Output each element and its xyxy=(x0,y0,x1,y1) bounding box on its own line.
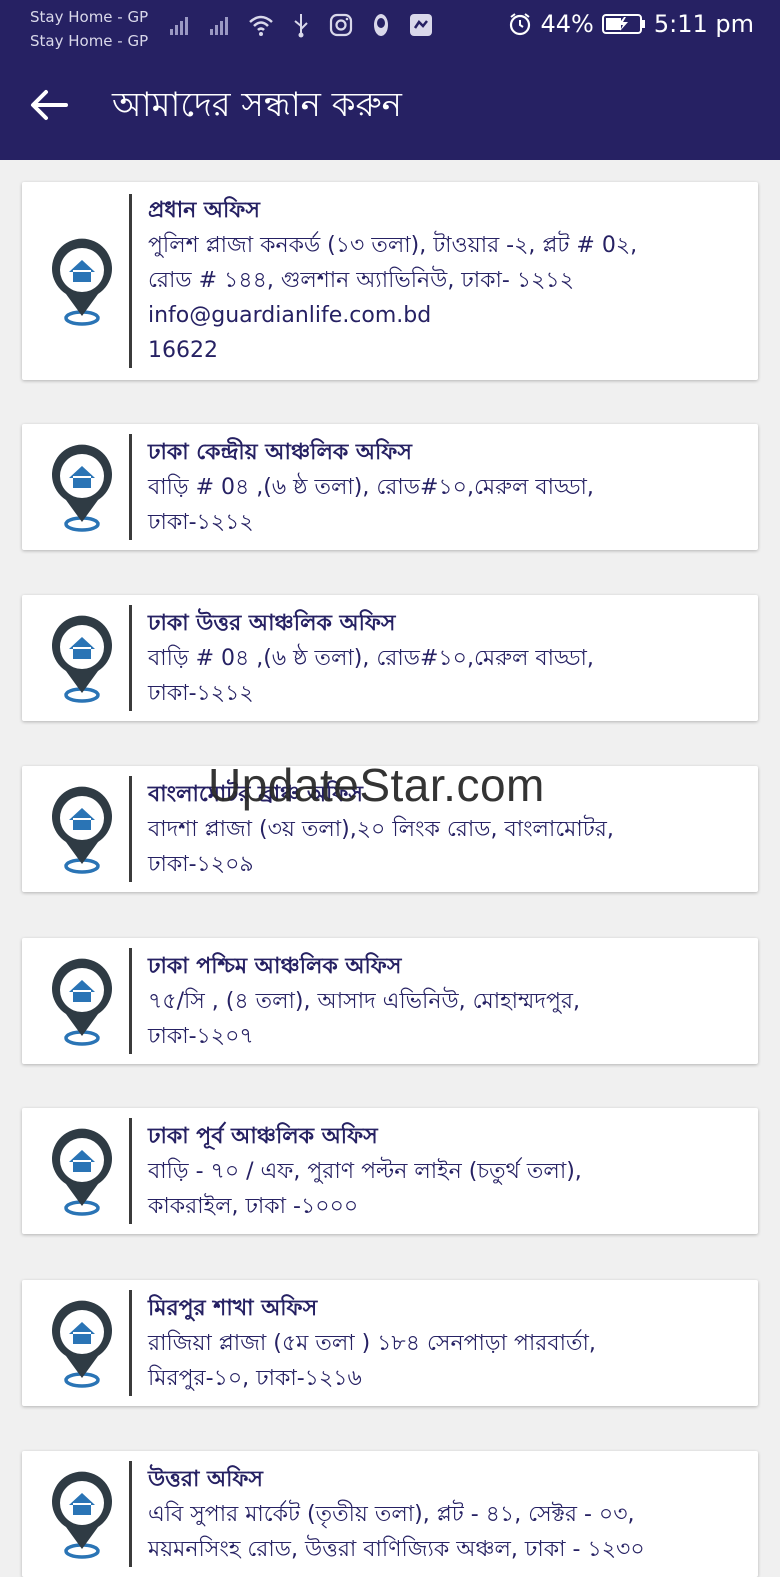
office-address-line: বাড়ি - ৭০ / এফ, পুরাণ পল্টন লাইন (চতুর্… xyxy=(148,1159,582,1184)
clock: 5:11 pm xyxy=(653,10,754,38)
office-address-line: বাড়ি # 0৪ ,(৬ ষ্ঠ তলা), রোড#১০,মেরুল বা… xyxy=(148,475,594,500)
office-address-line: মিরপুর-১০, ঢাকা-১২১৬ xyxy=(148,1366,362,1391)
battery-percent: 44% xyxy=(540,10,594,38)
location-pin-icon xyxy=(52,1128,113,1216)
location-pin-icon xyxy=(52,238,113,326)
office-details: উত্তরা অফিস এবি সুপার মার্কেট (তৃতীয় তল… xyxy=(148,1463,744,1567)
office-address-line: বাদশা প্লাজা (৩য় তলা),২০ লিংক রোড, বাংল… xyxy=(148,817,614,842)
battery-charging-icon xyxy=(601,14,645,34)
watermark: UpdateStar.com xyxy=(208,759,545,811)
office-details: ঢাকা পশ্চিম আঞ্চলিক অফিস ৭৫/সি , (৪ তলা)… xyxy=(148,950,744,1054)
divider xyxy=(129,1118,132,1224)
location-pin-icon xyxy=(52,444,113,532)
office-name: প্রধান অফিস xyxy=(148,198,260,223)
location-pin-icon xyxy=(52,1471,113,1559)
office-card-dhaka-west[interactable]: ঢাকা পশ্চিম আঞ্চলিক অফিস ৭৫/সি , (৪ তলা)… xyxy=(22,938,758,1064)
location-pin-icon xyxy=(52,615,113,703)
office-card-mirpur[interactable]: মিরপুর শাখা অফিস রাজিয়া প্লাজা (৫ম তলা … xyxy=(22,1280,758,1406)
office-details: ঢাকা কেন্দ্রীয় আঞ্চলিক অফিস বাড়ি # 0৪ … xyxy=(148,436,744,540)
office-card-dhaka-north[interactable]: ঢাকা উত্তর আঞ্চলিক অফিস বাড়ি # 0৪ ,(৬ ষ… xyxy=(22,595,758,721)
office-name: ঢাকা পশ্চিম আঞ্চলিক অফিস xyxy=(148,954,402,979)
alarm-icon xyxy=(509,13,530,36)
office-address-line: ঢাকা-১২০৭ xyxy=(148,1024,254,1049)
office-name: ঢাকা উত্তর আঞ্চলিক অফিস xyxy=(148,611,396,636)
carrier-line-2: Stay Home - GP xyxy=(30,32,149,50)
office-address-line: ঢাকা-১২১২ xyxy=(148,681,254,706)
app-bar: আমাদের সন্ধান করুন xyxy=(0,52,780,160)
status-right: 44% 5:11 pm xyxy=(507,10,754,38)
office-address-line: বাড়ি # 0৪ ,(৬ ষ্ঠ তলা), রোড#১০,মেরুল বা… xyxy=(148,646,594,671)
office-details: ঢাকা উত্তর আঞ্চলিক অফিস বাড়ি # 0৪ ,(৬ ষ… xyxy=(148,607,744,711)
status-bar: Stay Home - GP Stay Home - GP 44% 5:11 p… xyxy=(0,0,780,52)
signal-icon-2 xyxy=(210,17,228,35)
office-name: মিরপুর শাখা অফিস xyxy=(148,1296,318,1321)
office-address-line: রাজিয়া প্লাজা (৫ম তলা ) ১৮৪ সেনপাড়া পা… xyxy=(148,1331,596,1356)
signal-icon xyxy=(170,17,188,35)
office-address-line: পুলিশ প্লাজা কনকর্ড (১৩ তলা), টাওয়ার -২… xyxy=(148,233,638,258)
office-email[interactable]: info@guardianlife.com.bd xyxy=(148,298,744,333)
office-details: প্রধান অফিস পুলিশ প্লাজা কনকর্ড (১৩ তলা)… xyxy=(148,194,744,368)
office-address-line: এবি সুপার মার্কেট (তৃতীয় তলা), প্লট - ৪… xyxy=(148,1502,635,1527)
office-card-dhaka-central[interactable]: ঢাকা কেন্দ্রীয় আঞ্চলিক অফিস বাড়ি # 0৪ … xyxy=(22,424,758,550)
carrier-line-1: Stay Home - GP xyxy=(30,8,149,26)
location-pin-icon xyxy=(52,786,113,874)
office-address-line: ঢাকা-১২০৯ xyxy=(148,852,254,877)
office-details: ঢাকা পূর্ব আঞ্চলিক অফিস বাড়ি - ৭০ / এফ,… xyxy=(148,1120,744,1224)
arrow-left-icon[interactable] xyxy=(26,82,72,128)
office-name: ঢাকা কেন্দ্রীয় আঞ্চলিক অফিস xyxy=(148,440,412,465)
page-title: আমাদের সন্ধান করুন xyxy=(112,85,402,125)
location-pin-icon xyxy=(52,1300,113,1388)
divider xyxy=(129,434,132,540)
carrier-info: Stay Home - GP Stay Home - GP xyxy=(30,5,148,53)
divider xyxy=(129,605,132,711)
office-address-line: ময়মনসিংহ রোড, উত্তরা বাণিজ্যিক অঞ্চল, ঢ… xyxy=(148,1537,645,1562)
divider xyxy=(129,948,132,1054)
app-notification-icon xyxy=(374,14,388,36)
office-name: ঢাকা পূর্ব আঞ্চলিক অফিস xyxy=(148,1124,378,1149)
wifi-icon xyxy=(249,15,273,36)
divider xyxy=(129,1290,132,1396)
divider xyxy=(129,1461,132,1567)
office-card-dhaka-east[interactable]: ঢাকা পূর্ব আঞ্চলিক অফিস বাড়ি - ৭০ / এফ,… xyxy=(22,1108,758,1234)
status-icons xyxy=(168,12,434,38)
office-card-uttara[interactable]: উত্তরা অফিস এবি সুপার মার্কেট (তৃতীয় তল… xyxy=(22,1451,758,1577)
office-address-line: ঢাকা-১২১২ xyxy=(148,510,254,535)
messenger-icon xyxy=(410,14,432,36)
office-address-line: ৭৫/সি , (৪ তলা), আসাদ এভিনিউ, মোহাম্মদপু… xyxy=(148,989,580,1014)
usb-icon xyxy=(294,14,308,38)
office-address-line: রোড # ১৪৪, গুলশান অ্যাভিনিউ, ঢাকা- ১২১২ xyxy=(148,268,574,293)
office-address-line: কাকরাইল, ঢাকা -১০০০ xyxy=(148,1194,359,1219)
office-phone[interactable]: 16622 xyxy=(148,333,744,368)
office-card-head[interactable]: প্রধান অফিস পুলিশ প্লাজা কনকর্ড (১৩ তলা)… xyxy=(22,182,758,380)
divider xyxy=(129,776,132,882)
location-pin-icon xyxy=(52,958,113,1046)
divider xyxy=(129,194,132,368)
instagram-icon xyxy=(329,13,353,37)
office-details: মিরপুর শাখা অফিস রাজিয়া প্লাজা (৫ম তলা … xyxy=(148,1292,744,1396)
office-name: উত্তরা অফিস xyxy=(148,1467,263,1492)
